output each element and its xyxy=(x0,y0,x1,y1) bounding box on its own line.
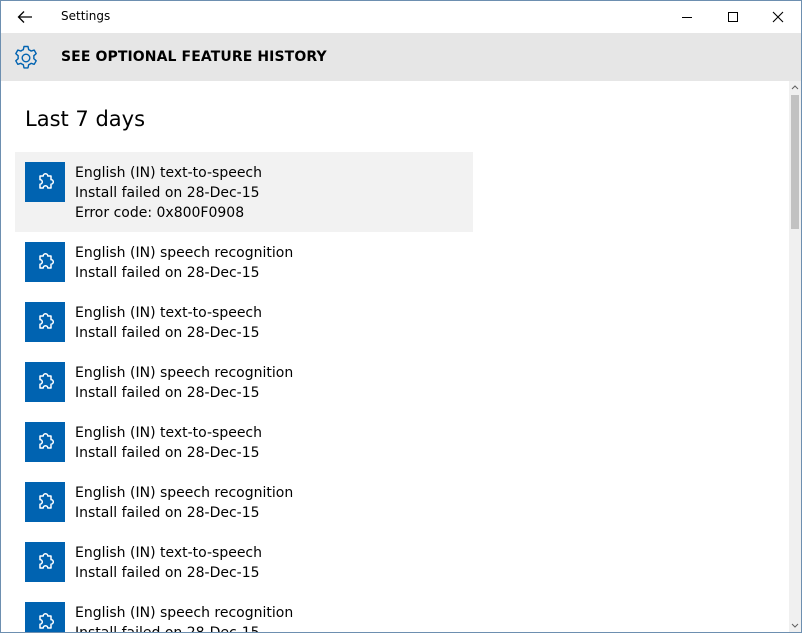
feature-name: English (IN) text-to-speech xyxy=(75,425,263,441)
puzzle-piece-icon xyxy=(39,252,55,269)
puzzle-piece-icon xyxy=(39,612,55,629)
history-item-text: English (IN) text-to-speech Install faile… xyxy=(75,543,262,583)
scroll-up-button[interactable] xyxy=(789,81,801,93)
install-status: Install failed on 28-Dec-15 xyxy=(75,185,260,201)
feature-tile xyxy=(25,302,65,342)
error-code: Error code: 0x800F0908 xyxy=(75,205,245,221)
feature-name: English (IN) speech recognition xyxy=(75,605,294,621)
maximize-icon xyxy=(728,12,738,22)
history-item-text: English (IN) speech recognition Install f… xyxy=(75,363,293,403)
history-item-text: English (IN) speech recognition Install f… xyxy=(75,603,293,632)
install-status: Install failed on 28-Dec-15 xyxy=(75,385,260,401)
vertical-scrollbar[interactable] xyxy=(789,81,801,632)
back-arrow-icon xyxy=(17,11,32,23)
install-status: Install failed on 28-Dec-15 xyxy=(75,505,260,521)
history-item[interactable]: English (IN) text-to-speech Install faile… xyxy=(15,532,473,592)
history-item-text: English (IN) text-to-speech Install faile… xyxy=(75,163,262,223)
scroll-down-button[interactable] xyxy=(789,620,801,632)
puzzle-piece-icon xyxy=(39,432,55,449)
feature-name: English (IN) text-to-speech xyxy=(75,305,263,321)
puzzle-piece-icon xyxy=(39,372,55,389)
history-item[interactable]: English (IN) speech recognition Install f… xyxy=(15,352,473,412)
window-title: Settings xyxy=(61,9,111,23)
close-icon xyxy=(772,11,784,23)
close-button[interactable] xyxy=(755,1,801,33)
minimize-icon xyxy=(682,17,692,18)
history-item[interactable]: English (IN) speech recognition Install f… xyxy=(15,592,473,632)
feature-tile xyxy=(25,162,65,202)
install-status: Install failed on 28-Dec-15 xyxy=(75,265,260,281)
feature-tile xyxy=(25,542,65,582)
history-item[interactable]: English (IN) speech recognition Install f… xyxy=(15,232,473,292)
puzzle-piece-icon xyxy=(39,552,55,569)
history-item[interactable]: English (IN) text-to-speech Install faile… xyxy=(15,412,473,472)
history-item-text: English (IN) speech recognition Install f… xyxy=(75,243,293,283)
feature-name: English (IN) text-to-speech xyxy=(75,165,263,181)
maximize-button[interactable] xyxy=(710,1,756,33)
settings-window: Settings SEE OPTIONAL FEATURE HISTORY La… xyxy=(0,0,802,633)
history-item-text: English (IN) text-to-speech Install faile… xyxy=(75,423,262,463)
chevron-down-icon xyxy=(791,623,799,628)
content-area: Last 7 days English (IN) text-to-speech I… xyxy=(1,81,789,632)
feature-tile xyxy=(25,602,65,632)
gear-icon xyxy=(15,45,37,69)
minimize-button[interactable] xyxy=(664,1,710,33)
feature-tile xyxy=(25,242,65,282)
chevron-up-icon xyxy=(791,85,799,90)
title-bar: Settings xyxy=(1,1,801,33)
scroll-thumb[interactable] xyxy=(791,95,799,229)
feature-name: English (IN) speech recognition xyxy=(75,365,294,381)
feature-name: English (IN) text-to-speech xyxy=(75,545,263,561)
history-item[interactable]: English (IN) text-to-speech Install faile… xyxy=(15,292,473,352)
install-status: Install failed on 28-Dec-15 xyxy=(75,565,260,581)
feature-history-list: English (IN) text-to-speech Install faile… xyxy=(15,152,475,632)
section-title: Last 7 days xyxy=(25,107,146,131)
page-title: SEE OPTIONAL FEATURE HISTORY xyxy=(61,49,327,65)
history-item[interactable]: English (IN) speech recognition Install f… xyxy=(15,472,473,532)
puzzle-piece-icon xyxy=(39,492,55,509)
install-status: Install failed on 28-Dec-15 xyxy=(75,623,293,632)
feature-name: English (IN) speech recognition xyxy=(75,245,294,261)
feature-name: English (IN) speech recognition xyxy=(75,485,294,501)
puzzle-piece-icon xyxy=(39,172,55,189)
install-status: Install failed on 28-Dec-15 xyxy=(75,445,260,461)
install-status: Install failed on 28-Dec-15 xyxy=(75,325,260,341)
history-item-text: English (IN) speech recognition Install f… xyxy=(75,483,293,523)
history-item-text: English (IN) text-to-speech Install faile… xyxy=(75,303,262,343)
back-button[interactable] xyxy=(11,5,39,29)
page-header: SEE OPTIONAL FEATURE HISTORY xyxy=(1,33,801,81)
feature-tile xyxy=(25,482,65,522)
feature-tile xyxy=(25,422,65,462)
puzzle-piece-icon xyxy=(39,312,55,329)
feature-tile xyxy=(25,362,65,402)
history-item[interactable]: English (IN) text-to-speech Install faile… xyxy=(15,152,473,232)
